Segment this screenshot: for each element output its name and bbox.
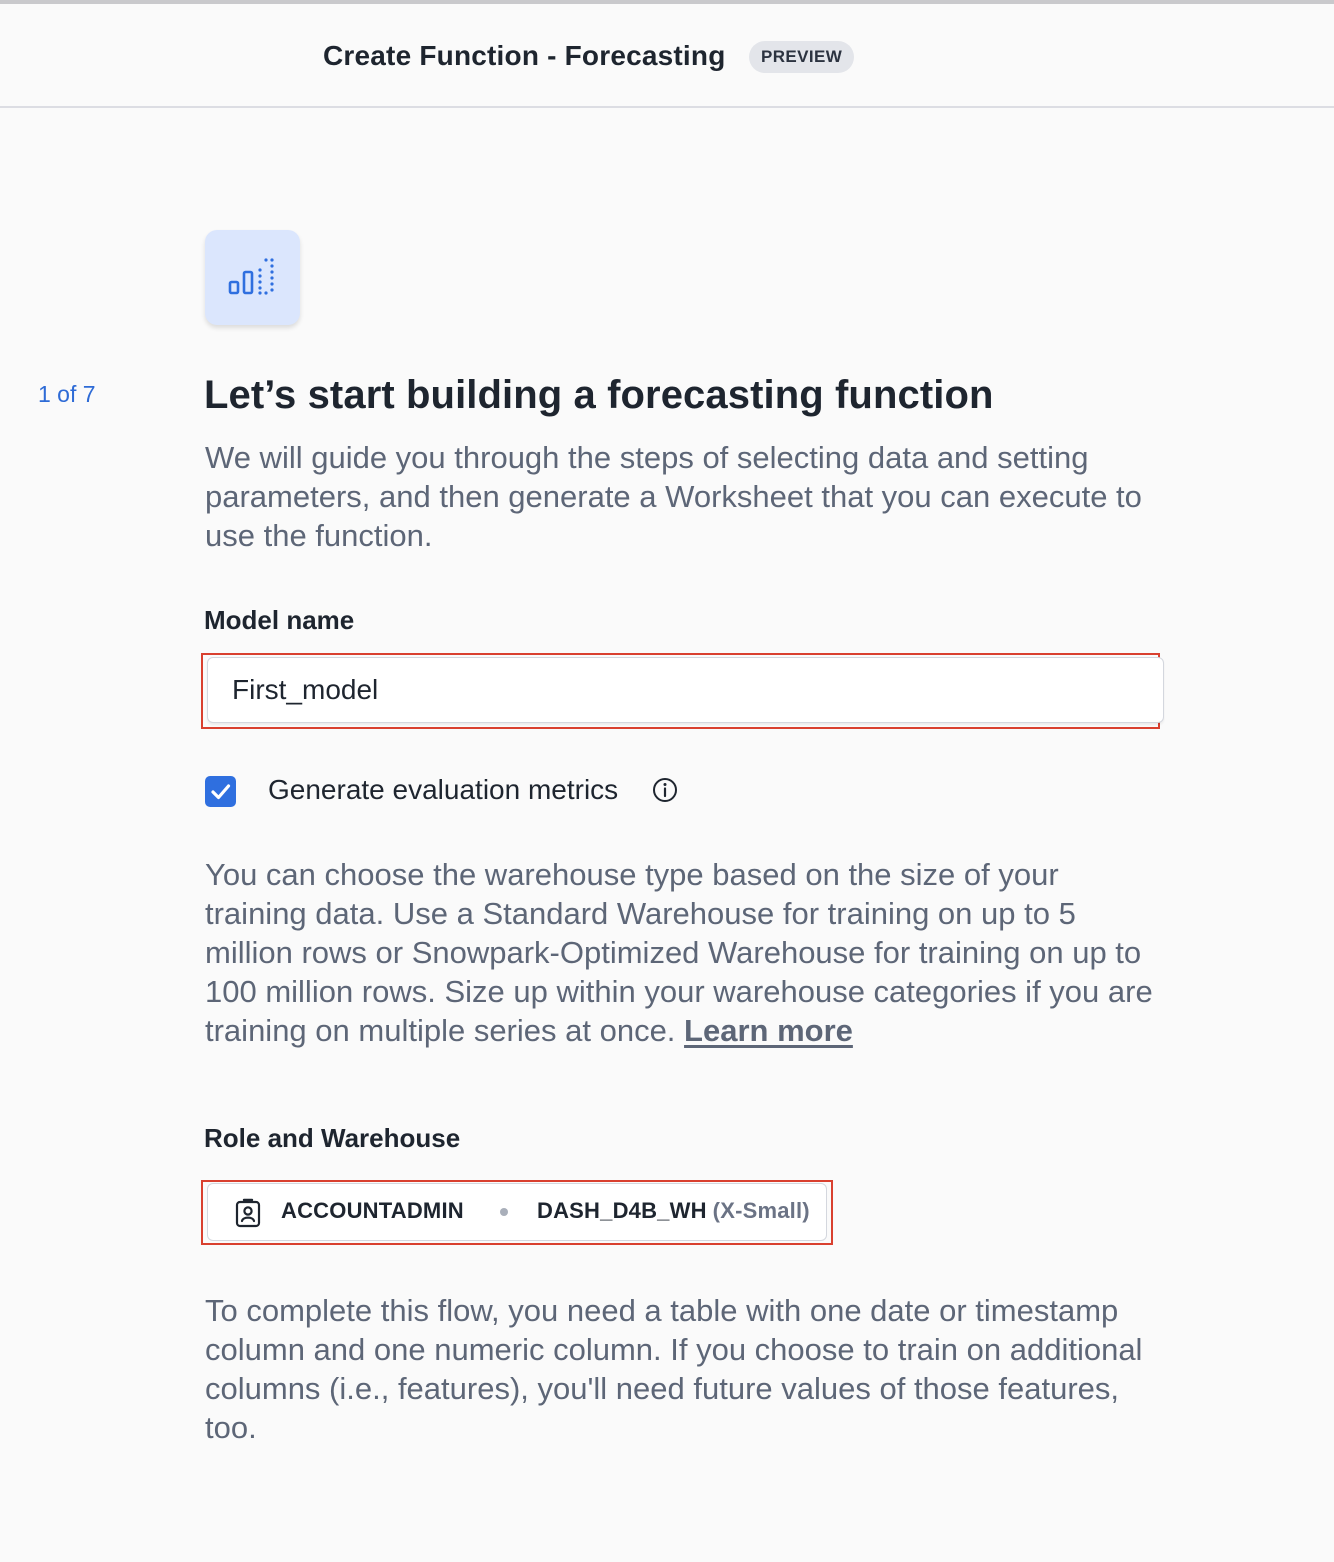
page-title: Create Function - Forecasting [323, 40, 726, 71]
role-name: ACCOUNTADMIN [281, 1198, 464, 1223]
separator-dot [500, 1208, 508, 1216]
warehouse-size: (X-Small) [712, 1198, 810, 1223]
evaluation-metrics-checkbox[interactable] [205, 776, 236, 807]
forecast-chart-icon [205, 230, 300, 325]
role-warehouse-highlight: ACCOUNTADMIN DASH_D4B_WH (X-Small) [201, 1180, 833, 1245]
warehouse-description: You can choose the warehouse type based … [205, 855, 1165, 1050]
checkmark-icon [211, 784, 231, 800]
role-warehouse-label: Role and Warehouse [204, 1123, 461, 1153]
warehouse-name-text: DASH_D4B_WH [537, 1198, 707, 1223]
intro-text: We will guide you through the steps of s… [205, 440, 1142, 553]
info-icon[interactable] [652, 777, 678, 803]
role-warehouse-selector[interactable]: ACCOUNTADMIN DASH_D4B_WH (X-Small) [207, 1183, 827, 1241]
learn-more-link[interactable]: Learn more [684, 1013, 853, 1048]
warehouse-description-text: You can choose the warehouse type based … [205, 857, 1153, 1048]
step-counter: 1 of 7 [38, 381, 96, 407]
main-title: Let’s start building a forecasting funct… [204, 373, 994, 417]
model-name-input[interactable] [207, 657, 1164, 723]
evaluation-metrics-label: Generate evaluation metrics [268, 774, 619, 805]
warehouse-name: DASH_D4B_WH (X-Small) [537, 1198, 810, 1224]
user-badge-icon [235, 1198, 261, 1233]
model-name-highlight [201, 653, 1164, 729]
flow-description: To complete this flow, you need a table … [205, 1293, 1143, 1445]
model-name-label: Model name [204, 605, 355, 635]
preview-badge: PREVIEW [749, 41, 855, 73]
page-header: Create Function - Forecasting PREVIEW [0, 4, 1334, 108]
